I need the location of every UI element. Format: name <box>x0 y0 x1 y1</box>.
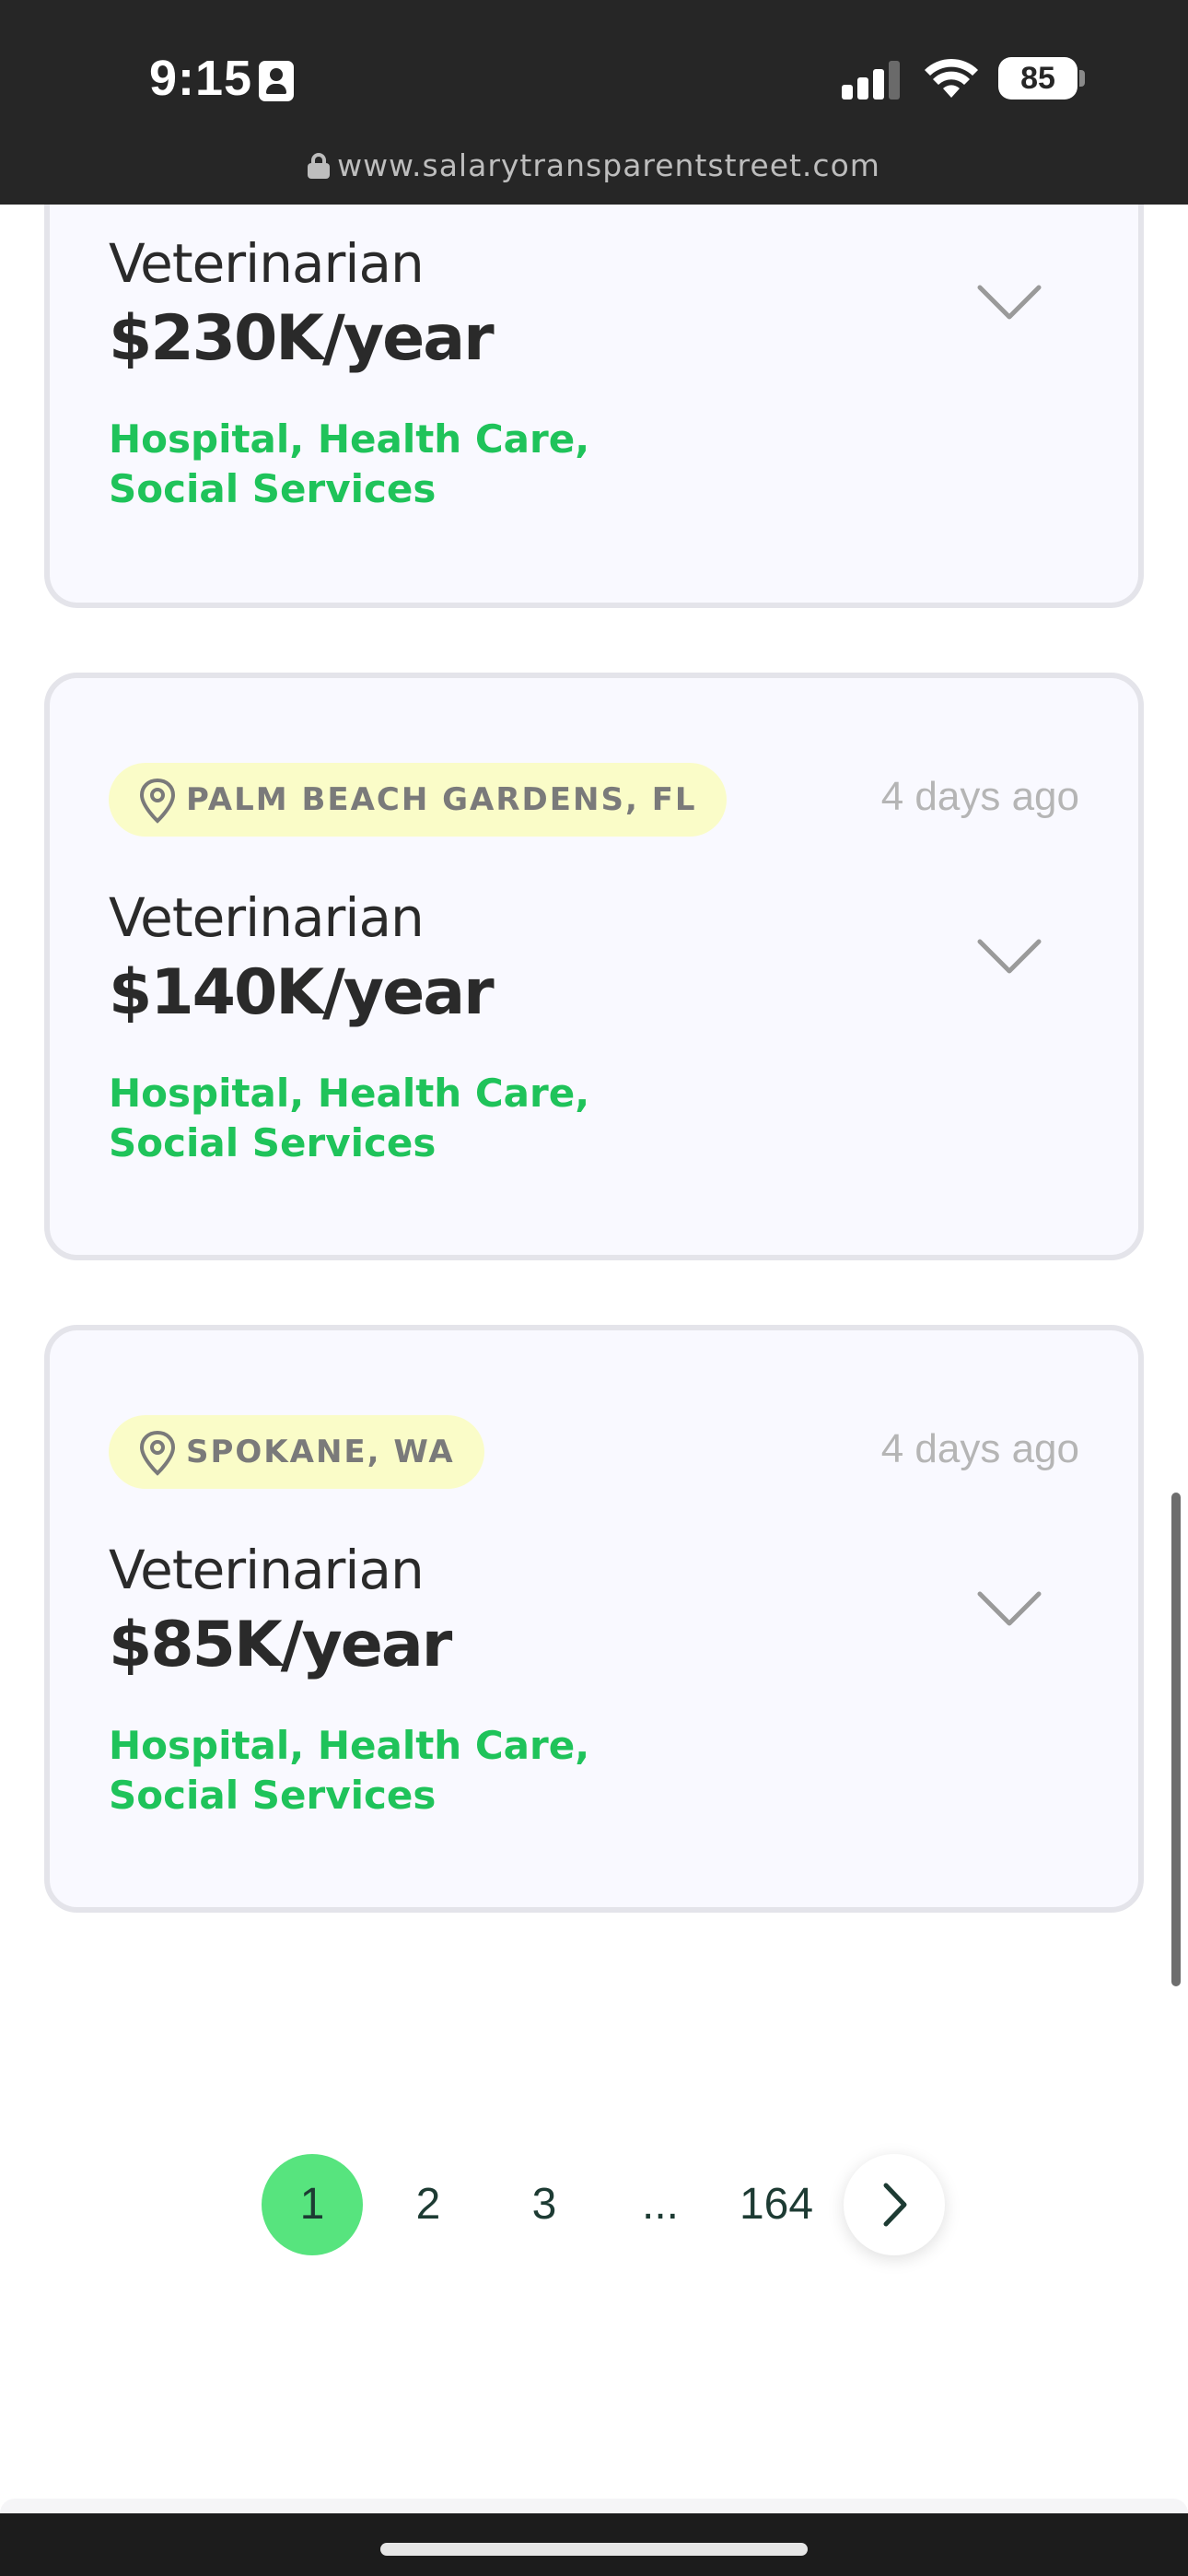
footer-edge <box>0 2499 1188 2513</box>
job-industry: Hospital, Health Care, Social Services <box>109 1071 590 1165</box>
map-pin-icon <box>139 778 176 824</box>
page-button-last[interactable]: 164 <box>726 2154 827 2255</box>
chevron-down-icon[interactable] <box>976 936 1042 977</box>
location-text: SPOKANE, WA <box>186 1434 455 1470</box>
location-text: PALM BEACH GARDENS, FL <box>186 781 697 818</box>
page-ellipsis: ... <box>641 2180 679 2229</box>
location-badge: PALM BEACH GARDENS, FL <box>109 763 727 837</box>
job-salary: $230K/year <box>109 302 495 375</box>
job-title: Veterinarian <box>109 886 425 949</box>
next-page-button[interactable] <box>844 2154 945 2255</box>
pagination: 1 2 3 ... 164 <box>262 2154 945 2255</box>
battery-cap <box>1079 70 1085 87</box>
job-card[interactable]: SPOKANE, WA 4 days ago Veterinarian $85K… <box>44 1325 1144 1913</box>
posted-time: 4 days ago <box>880 774 1079 819</box>
map-pin-icon <box>139 1430 176 1476</box>
contact-card-icon <box>259 61 294 101</box>
chevron-down-icon[interactable] <box>976 1588 1042 1629</box>
home-indicator[interactable] <box>380 2543 808 2556</box>
job-title: Veterinarian <box>109 232 425 295</box>
url-bar[interactable]: www.salarytransparentstreet.com <box>0 147 1188 183</box>
job-industry: Hospital, Health Care, Social Services <box>109 1723 590 1818</box>
job-salary: $140K/year <box>109 956 495 1029</box>
url-text: www.salarytransparentstreet.com <box>337 147 880 183</box>
posted-time: 4 days ago <box>880 1426 1079 1471</box>
status-bar: 9:15 85 www.salarytransparentstreet.com <box>0 0 1188 205</box>
job-title: Veterinarian <box>109 1539 425 1601</box>
job-card[interactable]: Veterinarian $230K/year Hospital, Health… <box>44 205 1144 608</box>
status-time: 9:15 <box>149 51 253 106</box>
page: 9:15 85 www.salarytransparentstreet.com … <box>0 0 1188 2576</box>
scrollbar[interactable] <box>1171 1493 1181 1986</box>
cellular-signal-icon <box>842 61 901 100</box>
lock-icon <box>308 153 331 179</box>
chevron-right-icon <box>883 2183 907 2227</box>
page-button-3[interactable]: 3 <box>494 2154 595 2255</box>
battery-indicator: 85 <box>998 57 1077 100</box>
wifi-icon <box>925 58 978 98</box>
page-button-2[interactable]: 2 <box>378 2154 479 2255</box>
job-industry: Hospital, Health Care, Social Services <box>109 416 590 511</box>
location-badge: SPOKANE, WA <box>109 1415 484 1489</box>
page-button-1[interactable]: 1 <box>262 2154 363 2255</box>
job-card[interactable]: PALM BEACH GARDENS, FL 4 days ago Veteri… <box>44 673 1144 1260</box>
chevron-down-icon[interactable] <box>976 282 1042 322</box>
job-salary: $85K/year <box>109 1609 452 1681</box>
